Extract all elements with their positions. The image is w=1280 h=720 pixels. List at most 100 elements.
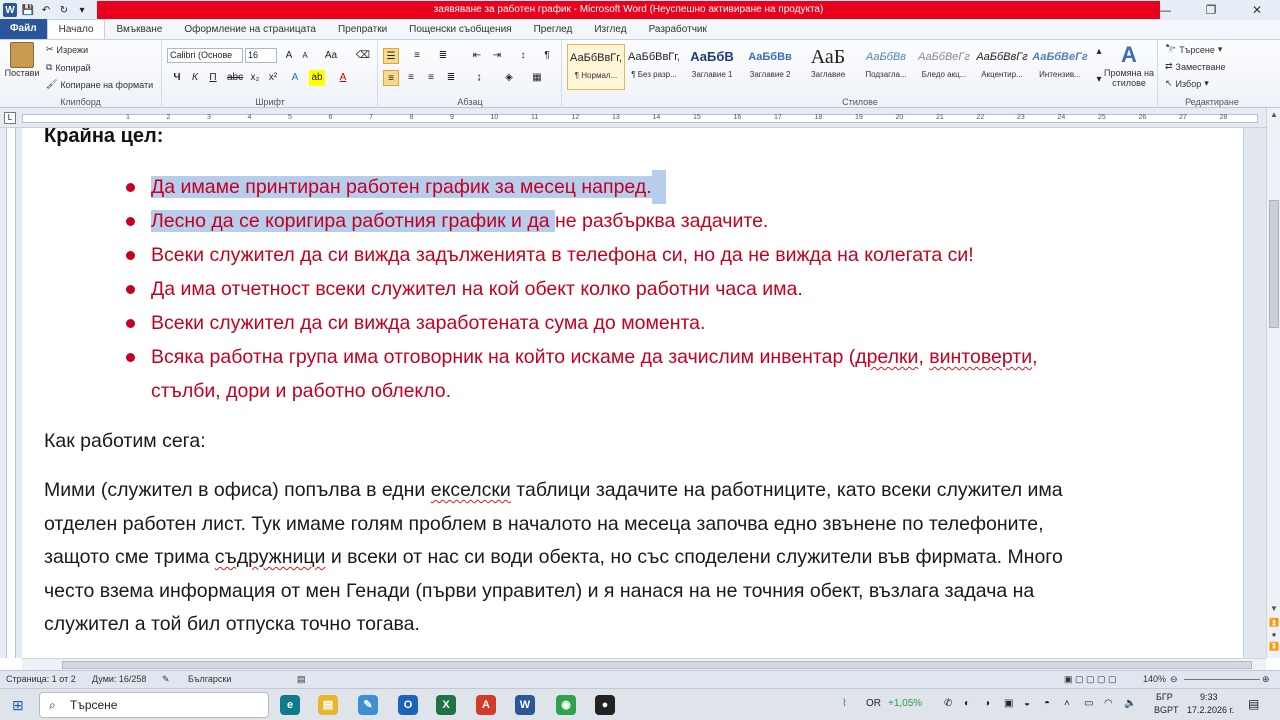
- change-styles-button[interactable]: A Промяна на стилове: [1101, 42, 1157, 88]
- list-item[interactable]: Да имаме принтиран работен график за мес…: [122, 170, 1182, 204]
- list-item[interactable]: Лесно да се коригира работния график и д…: [122, 204, 1182, 238]
- acrobat-icon[interactable]: A: [476, 695, 496, 715]
- list-item[interactable]: Всяка работна група има отговорник на ко…: [122, 340, 1182, 408]
- font-color-icon[interactable]: A: [335, 70, 351, 86]
- replace-button[interactable]: ⇄ Заместване: [1165, 61, 1225, 72]
- bullets-icon[interactable]: ☰: [383, 48, 399, 64]
- vertical-scrollbar[interactable]: ▲ ▼ ⏫ ● ⏬: [1266, 108, 1280, 658]
- obs-icon[interactable]: ●: [595, 695, 615, 715]
- paste-button[interactable]: Постави: [4, 42, 40, 78]
- copy-button[interactable]: ⧉ Копирай: [46, 62, 91, 73]
- zoom-slider[interactable]: [1184, 679, 1260, 680]
- underline-button[interactable]: П: [205, 70, 221, 86]
- clock-time[interactable]: 9:33: [1200, 692, 1218, 702]
- whatsapp-icon[interactable]: ✆: [944, 698, 952, 709]
- align-left-icon[interactable]: ≡: [383, 70, 399, 86]
- change-case-icon[interactable]: Aa: [323, 48, 339, 64]
- edge-icon[interactable]: e: [280, 695, 300, 715]
- tray-app3-icon[interactable]: ▣: [1004, 698, 1013, 709]
- find-button[interactable]: 🔭 Търсене ▾: [1165, 44, 1222, 55]
- keyboard-layout[interactable]: BGPT: [1154, 705, 1179, 715]
- select-browse-icon[interactable]: ●: [1267, 630, 1280, 639]
- tab-file[interactable]: Файл: [0, 19, 47, 39]
- tab-insert[interactable]: Вмъкване: [105, 21, 173, 39]
- tray-app2-icon[interactable]: ◑: [984, 698, 990, 709]
- grow-font-icon[interactable]: A: [281, 48, 297, 64]
- tab-home[interactable]: Начало: [46, 19, 106, 39]
- file-explorer-icon[interactable]: ▤: [318, 695, 338, 715]
- style-intense-emphasis[interactable]: АаБбВеГг Интензив...: [1031, 44, 1089, 90]
- ticker-change[interactable]: +1,05%: [888, 698, 922, 709]
- close-button[interactable]: ✕: [1234, 0, 1280, 20]
- horizontal-scrollbar[interactable]: [22, 658, 1266, 670]
- font-size-combo[interactable]: 16: [245, 48, 277, 63]
- horizontal-scroll-thumb[interactable]: [62, 661, 1252, 669]
- tab-page-layout[interactable]: Оформление на страницата: [173, 21, 327, 39]
- tab-mailings[interactable]: Пощенски съобщения: [398, 21, 522, 39]
- text-effects-icon[interactable]: A: [287, 70, 303, 86]
- decrease-indent-icon[interactable]: ⇤: [469, 48, 485, 64]
- language-indicator[interactable]: Български: [188, 674, 231, 684]
- zoom-level[interactable]: 140%: [1143, 674, 1166, 684]
- style-title[interactable]: АаБ Заглавие: [799, 44, 857, 90]
- outlook-icon[interactable]: O: [398, 695, 418, 715]
- sort-icon[interactable]: ↕: [515, 48, 531, 64]
- wifi-icon[interactable]: ◠: [1104, 698, 1113, 709]
- list-item[interactable]: Да има отчетност всеки служител на кой о…: [122, 272, 1182, 306]
- next-page-icon[interactable]: ⏬: [1267, 642, 1280, 651]
- tab-references[interactable]: Препратки: [327, 21, 398, 39]
- numbering-icon[interactable]: ≡: [409, 48, 425, 64]
- bold-button[interactable]: Ч: [169, 70, 185, 86]
- clear-format-icon[interactable]: ⌫: [355, 48, 371, 64]
- style-heading1[interactable]: АаБбВ Заглавие 1: [683, 44, 741, 90]
- scroll-up-icon[interactable]: ▲: [1267, 110, 1280, 119]
- tab-view[interactable]: Изглед: [583, 21, 637, 39]
- scroll-down-icon[interactable]: ▼: [1267, 604, 1280, 613]
- zoom-out-icon[interactable]: ⊖: [1170, 674, 1178, 685]
- zoom-in-icon[interactable]: ⊕: [1262, 674, 1270, 685]
- word-count[interactable]: Думи: 16/258: [92, 674, 146, 684]
- scroll-thumb[interactable]: [1269, 200, 1279, 328]
- excel-icon[interactable]: X: [436, 695, 456, 715]
- tray-app-icon[interactable]: ◐: [964, 698, 970, 709]
- clock-date[interactable]: 17.2.2026 г.: [1187, 705, 1234, 715]
- word-logo-icon[interactable]: W: [3, 3, 17, 17]
- cut-button[interactable]: ✂ Изрежи: [46, 44, 88, 55]
- body-paragraph[interactable]: Мими (служител в офиса) попълва в едни е…: [44, 474, 1194, 642]
- windows-start-icon[interactable]: ⊞: [12, 697, 24, 714]
- prev-page-icon[interactable]: ⏫: [1267, 618, 1280, 627]
- superscript-icon[interactable]: x²: [265, 70, 281, 86]
- redo-icon[interactable]: ↻: [57, 3, 71, 17]
- multilevel-list-icon[interactable]: ≣: [435, 48, 451, 64]
- document-page[interactable]: Крайна цел: Да имаме принтиран работен г…: [22, 128, 1244, 658]
- taskbar-search[interactable]: ⌕ Търсене: [39, 692, 269, 718]
- tab-selector-icon[interactable]: L: [4, 112, 16, 124]
- save-icon[interactable]: 💾: [21, 3, 35, 17]
- strikethrough-icon[interactable]: abc: [227, 70, 243, 86]
- align-right-icon[interactable]: ≡: [423, 70, 439, 86]
- ticker-symbol[interactable]: OR: [866, 698, 881, 709]
- pilcrow-icon[interactable]: ¶: [539, 48, 555, 64]
- style-no-spacing[interactable]: АаБбВвГг, ¶ Без разр...: [625, 44, 683, 90]
- style-subtle-emphasis[interactable]: АаБбВеГг Бледо акц...: [915, 44, 973, 90]
- justify-icon[interactable]: ≣: [443, 70, 459, 86]
- format-painter-button[interactable]: 🖌 Копиране на формати: [46, 79, 153, 90]
- view-buttons[interactable]: ▣ ▢ ▢ ▢ ▢: [1064, 674, 1117, 685]
- shrink-font-icon[interactable]: A: [297, 48, 313, 64]
- volume-icon[interactable]: 🔈: [1124, 698, 1136, 709]
- list-item[interactable]: Всеки служител да си вижда задълженията …: [122, 238, 1182, 272]
- network-icon[interactable]: ▭: [1084, 698, 1093, 709]
- app-icon[interactable]: ✎: [358, 695, 378, 715]
- tab-developer[interactable]: Разработчик: [638, 21, 718, 39]
- minimize-button[interactable]: —: [1142, 0, 1188, 20]
- tray-app4-icon[interactable]: ◒: [1024, 698, 1030, 709]
- shading-icon[interactable]: ◈: [501, 70, 517, 86]
- macro-icon[interactable]: ▤: [297, 674, 306, 685]
- chrome-icon[interactable]: ◉: [556, 695, 576, 715]
- line-spacing-icon[interactable]: ↨: [471, 70, 487, 86]
- notifications-icon[interactable]: ▤: [1248, 697, 1259, 711]
- chevron-up-icon[interactable]: ˄: [1064, 698, 1070, 709]
- font-name-combo[interactable]: Calibri (Основе: [167, 48, 243, 63]
- italic-button[interactable]: К: [187, 70, 203, 86]
- select-button[interactable]: ↖ Избор ▾: [1165, 78, 1209, 89]
